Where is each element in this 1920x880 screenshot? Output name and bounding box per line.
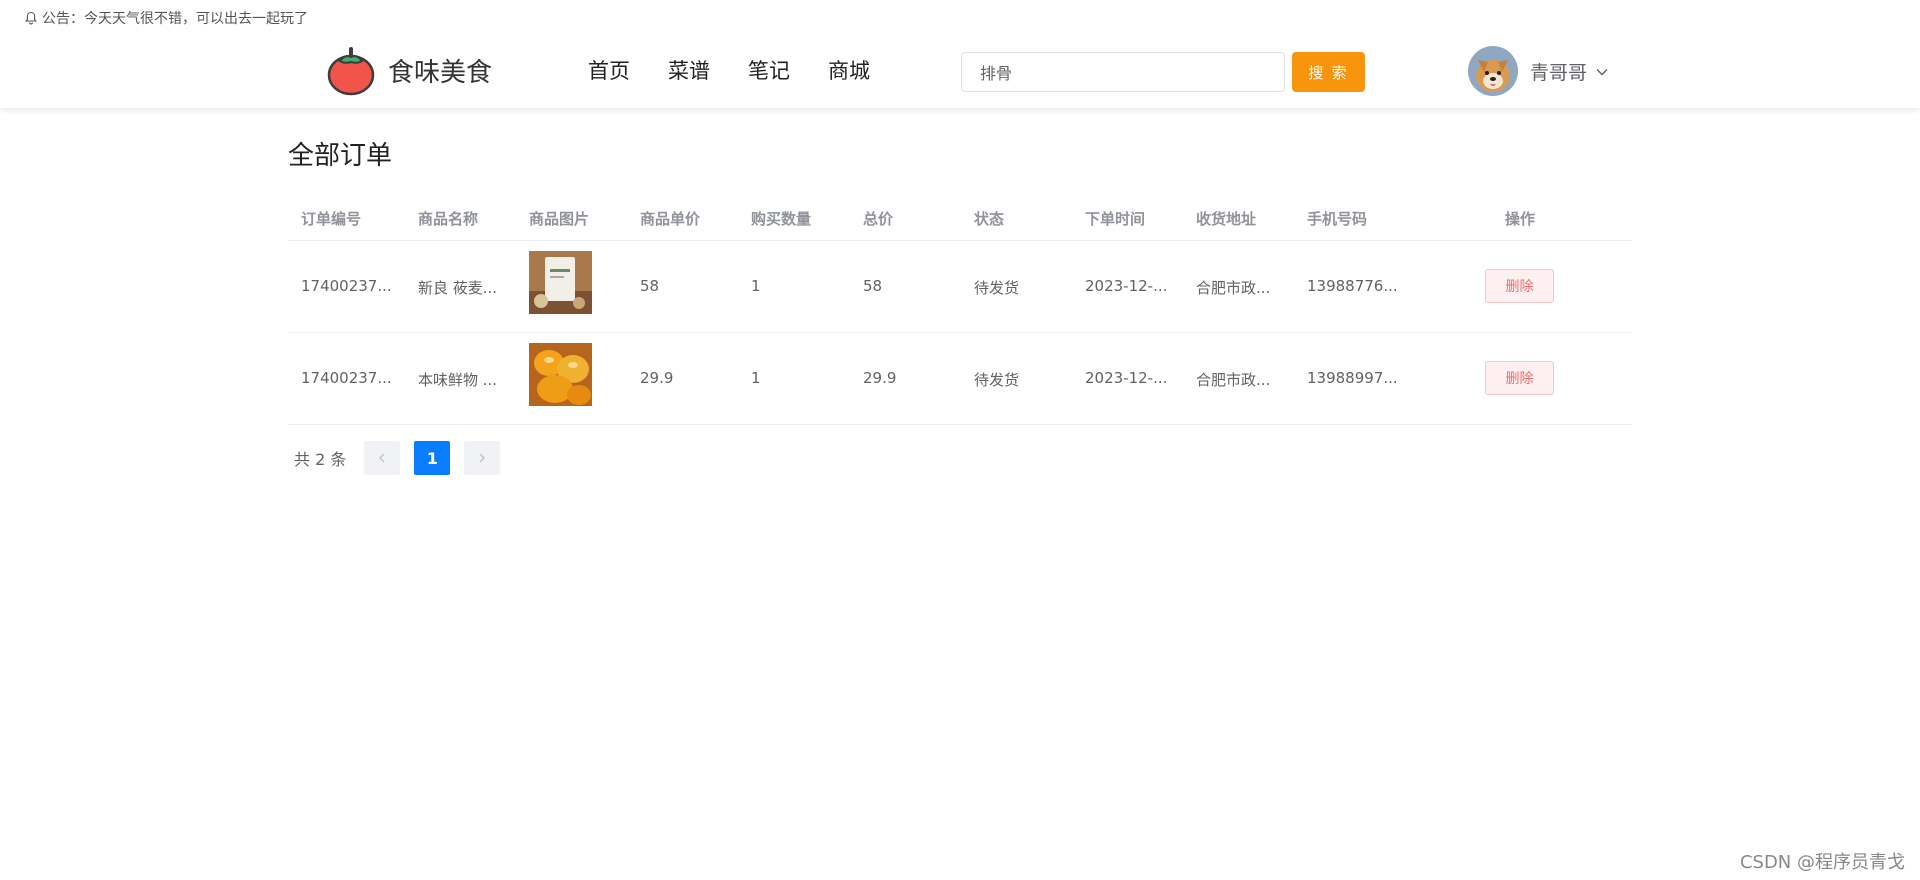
user-menu[interactable]: 青哥哥 xyxy=(1468,46,1609,96)
total-price: 58 xyxy=(863,277,883,295)
top-header: 公告：今天天气很不错，可以出去一起玩了 食味美食 首页 菜谱 笔记 商城 排骨 … xyxy=(0,0,1920,109)
total-count: 共 2 条 xyxy=(294,450,347,469)
phone-number: 13988776... xyxy=(1307,277,1398,295)
watermark: CSDN @程序员青戈 xyxy=(1739,852,1905,873)
product-image xyxy=(529,343,592,406)
product-image xyxy=(529,251,592,314)
column-header: 商品单价 xyxy=(640,210,701,228)
main-nav: 首页 菜谱 笔记 商城 xyxy=(588,56,908,86)
column-header: 订单编号 xyxy=(301,210,362,228)
column-header: 手机号码 xyxy=(1307,210,1368,228)
avatar[interactable] xyxy=(1468,46,1518,96)
unit-price: 29.9 xyxy=(640,369,674,387)
column-header: 下单时间 xyxy=(1085,210,1146,228)
order-time: 2023-12-... xyxy=(1085,369,1168,387)
total-price: 29.9 xyxy=(863,369,897,387)
table-row: 17400237... 本味鲜物 ... 29.9 1 29.9 待发货 202… xyxy=(288,333,1632,425)
column-header: 购买数量 xyxy=(751,210,812,228)
nav-item-mall[interactable]: 商城 xyxy=(828,56,870,86)
table-header: 订单编号 商品名称 商品图片 商品单价 购买数量 总价 状态 下单时间 收货地址… xyxy=(288,198,1632,241)
order-status: 待发货 xyxy=(974,371,1020,389)
delete-button[interactable]: 删除 xyxy=(1485,269,1554,303)
search-input[interactable]: 排骨 xyxy=(961,52,1285,92)
chevron-down-icon xyxy=(1595,64,1609,78)
shipping-address: 合肥市政... xyxy=(1196,371,1271,389)
bell-icon xyxy=(24,11,38,25)
notice-bar: 公告：今天天气很不错，可以出去一起玩了 xyxy=(24,8,308,28)
chevron-left-icon xyxy=(379,453,385,463)
order-number: 17400237... xyxy=(301,369,392,387)
page-number-current[interactable]: 1 xyxy=(414,441,451,475)
product-name: 本味鲜物 ... xyxy=(418,371,498,389)
logo[interactable]: 食味美食 xyxy=(327,44,492,96)
chevron-right-icon xyxy=(479,453,486,463)
brand-name: 食味美食 xyxy=(388,57,493,88)
phone-number: 13988997... xyxy=(1307,369,1398,387)
column-header: 操作 xyxy=(1505,210,1536,228)
tomato-logo-icon xyxy=(327,44,375,96)
search-button[interactable]: 搜 索 xyxy=(1292,52,1365,92)
table-row: 17400237... 新良 莜麦... 58 1 58 待发货 2023-12… xyxy=(288,241,1632,333)
prev-page-button[interactable] xyxy=(364,441,401,475)
column-header: 总价 xyxy=(863,210,894,228)
column-header: 状态 xyxy=(974,210,1005,228)
pagination: 共 2 条 1 xyxy=(294,441,501,475)
page-title: 全部订单 xyxy=(288,141,393,171)
product-name: 新良 莜麦... xyxy=(418,279,498,297)
nav-item-recipes[interactable]: 菜谱 xyxy=(668,56,710,86)
nav-item-home[interactable]: 首页 xyxy=(588,56,630,86)
column-header: 商品图片 xyxy=(529,210,590,228)
order-status: 待发货 xyxy=(974,279,1020,297)
quantity: 1 xyxy=(751,369,761,387)
notice-text: 公告：今天天气很不错，可以出去一起玩了 xyxy=(42,11,308,27)
username: 青哥哥 xyxy=(1530,61,1588,84)
nav-item-notes[interactable]: 笔记 xyxy=(748,56,790,86)
order-time: 2023-12-... xyxy=(1085,277,1168,295)
column-header: 收货地址 xyxy=(1196,210,1257,228)
quantity: 1 xyxy=(751,277,761,295)
order-number: 17400237... xyxy=(301,277,392,295)
next-page-button[interactable] xyxy=(464,441,501,475)
orders-table: 订单编号 商品名称 商品图片 商品单价 购买数量 总价 状态 下单时间 收货地址… xyxy=(288,198,1632,425)
delete-button[interactable]: 删除 xyxy=(1485,361,1554,395)
column-header: 商品名称 xyxy=(418,210,479,228)
shipping-address: 合肥市政... xyxy=(1196,279,1271,297)
unit-price: 58 xyxy=(640,277,660,295)
